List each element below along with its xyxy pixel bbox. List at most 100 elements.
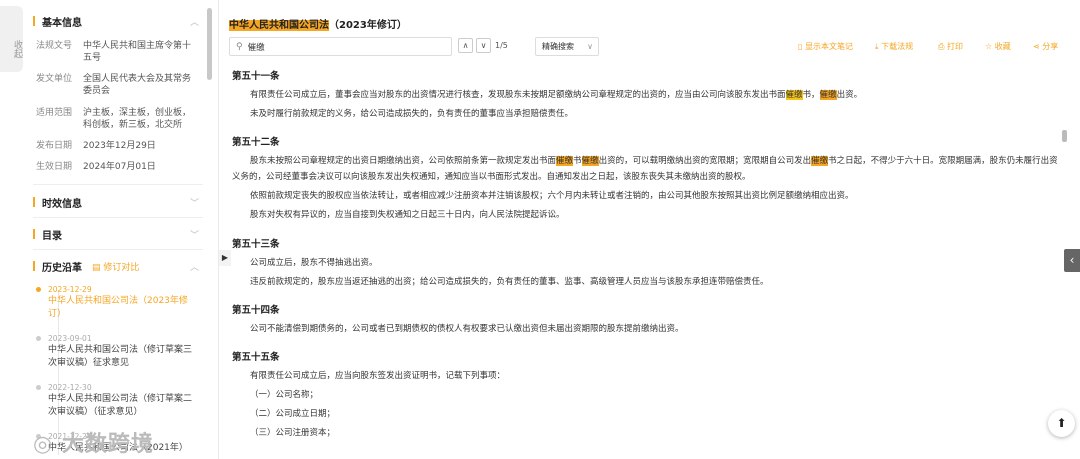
compare-icon: ▤ xyxy=(92,262,104,273)
history-title: 中华人民共和国公司法（2023年修订） xyxy=(48,296,188,319)
search-mode-value: 精确搜索 xyxy=(542,42,574,51)
search-input[interactable] xyxy=(247,41,438,52)
article-paragraph: 有限责任公司成立后，董事会应当对股东的出资情况进行核查，发现股东未按期足额缴纳公… xyxy=(232,87,1059,103)
info-row-scope: 适用范围 沪主板，深主板，创业板，科创板，新三板，北交所 xyxy=(36,107,206,131)
chevron-down-icon[interactable]: ﹀ xyxy=(190,196,199,209)
validity-header[interactable]: 时效信息 ﹀ xyxy=(33,193,203,211)
validity-heading: 时效信息 xyxy=(42,198,82,210)
prev-match-button[interactable]: ∧ xyxy=(458,38,473,53)
show-notes-label: 显示本文笔记 xyxy=(804,42,853,51)
show-notes-button[interactable]: ▯ 显示本文笔记 xyxy=(798,41,853,52)
history-title: 中华人民共和国公司法（修订草案三次审议稿）征求意见 xyxy=(48,345,193,368)
favorite-label: 收藏 xyxy=(994,42,1011,51)
article-heading: 第五十五条 xyxy=(232,352,280,363)
divider xyxy=(33,249,203,250)
chevron-up-icon[interactable]: ︿ xyxy=(190,260,199,273)
article-paragraph: 有限责任公司成立后，应当向股东签发出资证明书，记载下列事项： xyxy=(250,371,506,381)
note-icon: ▯ xyxy=(798,42,805,51)
chevron-down-icon[interactable]: ﹀ xyxy=(190,228,199,241)
print-label: 打印 xyxy=(946,42,963,51)
article-paragraph: 股东未按照公司章程规定的出资日期缴纳出资，公司依照前条第一款规定发出书面催缴书催… xyxy=(232,153,1059,185)
app-root: 收起 基本信息 ︿ 法规文号 中华人民共和国主席令第十五号 发文单位 全国人民代… xyxy=(0,0,1080,459)
info-key: 适用范围 xyxy=(36,108,73,118)
compare-revisions-link[interactable]: ▤ 修订对比 xyxy=(92,260,139,273)
text: 出资。 xyxy=(836,90,863,100)
accent-bar xyxy=(33,229,35,239)
history-date: 2023-12-29 xyxy=(48,285,92,294)
search-icon: ⚲ xyxy=(236,41,243,52)
chevron-up-icon[interactable]: ︿ xyxy=(190,15,199,28)
article-paragraph: 违反前款规定的，股东应当返还抽逃的出资；给公司造成损失的，负有责任的董事、监事、… xyxy=(250,277,769,287)
timeline-dot xyxy=(36,385,41,390)
article-paragraph: 股东对失权有异议的，应当自接到失权通知之日起三十日内，向人民法院提起诉讼。 xyxy=(250,210,565,220)
history-heading: 历史沿革 xyxy=(42,262,82,274)
chevron-up-icon: ∧ xyxy=(462,41,469,50)
search-highlight: 催缴 xyxy=(581,156,599,166)
info-row-publish-date: 发布日期 2023年12月29日 xyxy=(36,140,206,152)
info-key: 发文单位 xyxy=(36,74,73,84)
watermark: ◎ 大数跨境 xyxy=(33,426,154,458)
basic-info-heading: 基本信息 xyxy=(42,17,82,29)
share-icon: ⋖ xyxy=(1033,42,1043,51)
info-value: 全国人民代表大会及其常务委员会 xyxy=(83,74,192,96)
search-mode-select[interactable]: 精确搜索 ∨ xyxy=(535,37,599,56)
title-highlight: 中华人民共和国公司法 xyxy=(229,20,329,31)
page-title: 中华人民共和国公司法（2023年修订） xyxy=(229,16,407,31)
next-match-button[interactable]: ∨ xyxy=(476,38,491,53)
info-row-issuer: 发文单位 全国人民代表大会及其常务委员会 xyxy=(36,73,206,97)
search-highlight-current: 催缴 xyxy=(819,90,837,100)
accent-bar xyxy=(33,16,35,26)
document-content: 第五十一条 有限责任公司成立后，董事会应当对股东的出资情况进行核查，发现股东未按… xyxy=(229,64,1059,459)
favorite-button[interactable]: ☆ 收藏 xyxy=(985,41,1011,52)
search-box: ⚲ xyxy=(229,37,452,56)
print-button[interactable]: ⎙ 打印 xyxy=(938,41,963,52)
info-row-effective-date: 生效日期 2024年07月01日 xyxy=(36,161,206,173)
watermark-text: 大数跨境 xyxy=(61,432,154,457)
star-icon: ☆ xyxy=(985,42,995,51)
history-item[interactable]: 2023-12-29 中华人民共和国公司法（2023年修订） xyxy=(36,285,198,321)
basic-info-header[interactable]: 基本信息 ︿ xyxy=(33,12,203,30)
chevron-down-icon: ∨ xyxy=(587,42,593,51)
sidebar-scrollbar[interactable] xyxy=(207,8,212,80)
article-list-item: （一）公司名称； xyxy=(250,390,319,400)
text: 股东未按照公司章程规定的出资日期缴纳出资，公司依照前条第一款规定发出书面 xyxy=(250,156,557,166)
chevron-down-icon: ∨ xyxy=(480,41,487,50)
history-item[interactable]: 2022-12-30 中华人民共和国公司法（修订草案二次审议稿）（征求意见） xyxy=(36,383,198,419)
history-item[interactable]: 2023-09-01 中华人民共和国公司法（修订草案三次审议稿）征求意见 xyxy=(36,334,198,370)
info-value: 中华人民共和国主席令第十五号 xyxy=(83,41,192,63)
content-scrollbar[interactable] xyxy=(1062,130,1067,142)
search-highlight: 催缴 xyxy=(556,156,574,166)
divider xyxy=(33,184,203,185)
info-value: 沪主板，深主板，创业板，科创板，新三板，北交所 xyxy=(83,108,192,130)
text: 有限责任公司成立后，董事会应当对股东的出资情况进行核查，发现股东未按期足额缴纳公… xyxy=(250,90,786,100)
article-heading: 第五十二条 xyxy=(232,137,280,148)
divider xyxy=(33,217,203,218)
download-button[interactable]: ⤓ 下载法规 xyxy=(875,41,913,52)
share-button[interactable]: ⋖ 分享 xyxy=(1033,41,1058,52)
history-header[interactable]: 历史沿革 ▤ 修订对比 ︿ xyxy=(33,257,203,275)
collapse-sidebar-button[interactable]: 收起 xyxy=(0,6,23,72)
info-value: 2024年07月01日 xyxy=(83,162,156,172)
compare-label: 修订对比 xyxy=(103,262,140,273)
article-paragraph: 公司成立后，股东不得抽逃出资。 xyxy=(250,258,378,268)
info-key: 生效日期 xyxy=(36,162,73,172)
panel-toggle-button[interactable]: ‹ xyxy=(1064,249,1080,272)
timeline-dot xyxy=(36,287,41,292)
article-paragraph: 公司不能清偿到期债务的，公司或者已到期债权的债权人有权要求已认缴出资但未届出资期… xyxy=(250,324,684,334)
article-heading: 第五十四条 xyxy=(232,305,280,316)
info-key: 法规文号 xyxy=(36,41,73,51)
article-list-item: （二）公司成立日期； xyxy=(250,409,336,419)
chevron-left-icon: ‹ xyxy=(1069,253,1075,267)
match-count: 1/5 xyxy=(495,41,508,50)
back-to-top-button[interactable]: ⬆ xyxy=(1048,410,1075,437)
history-title: 中华人民共和国公司法（修订草案二次审议稿）（征求意见） xyxy=(48,394,193,417)
sidebar: 基本信息 ︿ 法规文号 中华人民共和国主席令第十五号 发文单位 全国人民代表大会… xyxy=(23,0,213,459)
text: 书 xyxy=(573,156,582,166)
history-date: 2022-12-30 xyxy=(48,383,92,392)
article-list-item: （三）公司注册资本； xyxy=(250,428,336,438)
toc-heading: 目录 xyxy=(42,230,62,242)
search-highlight: 催缴 xyxy=(811,156,829,166)
text: 书， xyxy=(802,90,820,100)
text: 出资的，可以载明缴纳出资的宽限期；宽限期自公司发出 xyxy=(598,156,812,166)
toc-header[interactable]: 目录 ﹀ xyxy=(33,225,203,243)
